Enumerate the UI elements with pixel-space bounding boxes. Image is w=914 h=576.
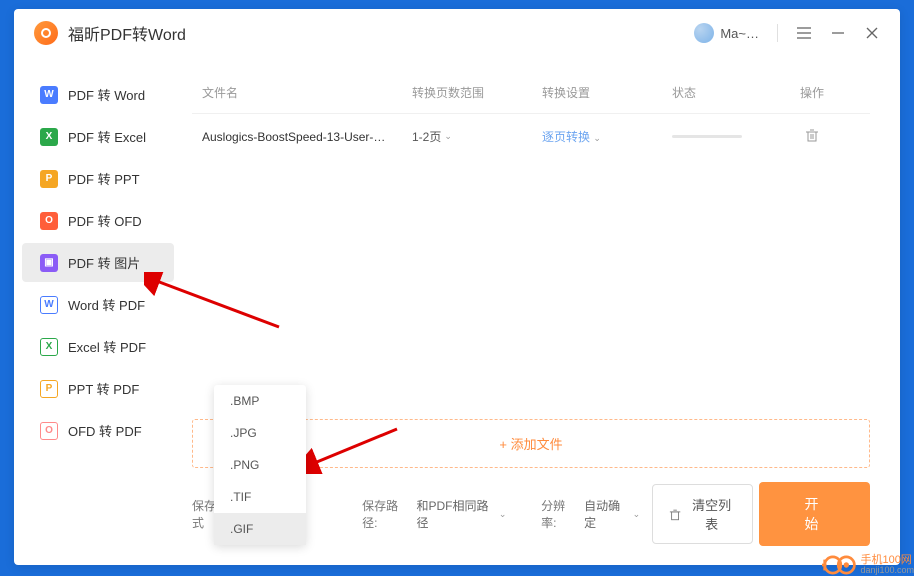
watermark-logo xyxy=(822,554,858,576)
divider xyxy=(777,24,778,42)
sidebar-item-pdf-ofd[interactable]: O PDF 转 OFD xyxy=(22,201,174,240)
ppt-icon: P xyxy=(40,380,58,398)
chevron-down-icon: ⌄ xyxy=(593,133,601,143)
col-status: 状态 xyxy=(672,84,792,101)
sidebar-item-label: PDF 转 Word xyxy=(68,85,145,104)
sidebar-item-ppt-pdf[interactable]: P PPT 转 PDF xyxy=(22,369,174,408)
sidebar-item-label: PDF 转 PPT xyxy=(68,169,140,188)
sidebar-item-excel-pdf[interactable]: X Excel 转 PDF xyxy=(22,327,174,366)
chevron-down-icon: ⌄ xyxy=(444,131,452,142)
sidebar-item-pdf-word[interactable]: W PDF 转 Word xyxy=(22,75,174,114)
save-path-label: 保存路径: xyxy=(362,497,410,531)
sidebar-item-label: Word 转 PDF xyxy=(68,295,145,314)
body: W PDF 转 Word X PDF 转 Excel P PDF 转 PPT O PDF… xyxy=(14,57,900,565)
annotation-arrow-2 xyxy=(302,424,402,474)
chevron-down-icon: ⌄ xyxy=(633,509,641,520)
ofd-icon: O xyxy=(40,212,58,230)
progress-bar xyxy=(672,135,742,138)
ppt-icon: P xyxy=(40,170,58,188)
sidebar-item-label: PDF 转 图片 xyxy=(68,253,140,272)
table-row: Auslogics-BoostSpeed-13-User-… 1-2页 ⌄ 逐页… xyxy=(192,114,870,159)
dropdown-item-tif[interactable]: .TIF xyxy=(214,481,306,513)
minimize-button[interactable] xyxy=(830,25,846,41)
sidebar-item-label: PDF 转 Excel xyxy=(68,127,146,146)
trash-icon xyxy=(669,508,681,521)
format-dropdown: .BMP .JPG .PNG .TIF .GIF xyxy=(214,385,306,545)
col-ops: 操作 xyxy=(792,84,832,101)
col-range: 转换页数范围 xyxy=(412,84,542,101)
close-button[interactable] xyxy=(864,25,880,41)
app-window: 福昕PDF转Word Ma~… W PDF 转 Word X PDF 转 Excel… xyxy=(14,9,900,565)
image-icon: ▣ xyxy=(40,254,58,272)
annotation-arrow-1 xyxy=(144,272,284,332)
ofd-icon: O xyxy=(40,422,58,440)
excel-icon: X xyxy=(40,338,58,356)
resolution-select[interactable]: 自动确定 ⌄ xyxy=(584,497,640,531)
app-title: 福昕PDF转Word xyxy=(68,21,694,45)
app-logo xyxy=(34,21,58,45)
avatar xyxy=(694,23,714,43)
delete-button[interactable] xyxy=(805,131,819,145)
sidebar-item-label: PPT 转 PDF xyxy=(68,379,139,398)
sidebar-item-label: Excel 转 PDF xyxy=(68,337,146,356)
titlebar: 福昕PDF转Word Ma~… xyxy=(14,9,900,57)
table-header: 文件名 转换页数范围 转换设置 状态 操作 xyxy=(192,72,870,114)
title-right: Ma~… xyxy=(694,23,880,43)
add-file-label: 添加文件 xyxy=(511,437,563,452)
sidebar-item-pdf-excel[interactable]: X PDF 转 Excel xyxy=(22,117,174,156)
user-badge[interactable]: Ma~… xyxy=(694,23,759,43)
word-icon: W xyxy=(40,86,58,104)
file-name: Auslogics-BoostSpeed-13-User-… xyxy=(202,130,412,144)
sidebar-item-pdf-ppt[interactable]: P PDF 转 PPT xyxy=(22,159,174,198)
dropdown-item-jpg[interactable]: .JPG xyxy=(214,417,306,449)
word-icon: W xyxy=(40,296,58,314)
user-name: Ma~… xyxy=(720,26,759,41)
sidebar-item-ofd-pdf[interactable]: O OFD 转 PDF xyxy=(22,411,174,450)
dropdown-item-png[interactable]: .PNG xyxy=(214,449,306,481)
sidebar-item-label: PDF 转 OFD xyxy=(68,211,142,230)
menu-button[interactable] xyxy=(796,25,812,41)
plus-icon: + xyxy=(499,437,507,452)
start-button[interactable]: 开 始 xyxy=(759,482,870,546)
col-filename: 文件名 xyxy=(202,84,412,101)
dropdown-item-bmp[interactable]: .BMP xyxy=(214,385,306,417)
page-range-select[interactable]: 1-2页 ⌄ xyxy=(412,128,542,145)
save-path-select[interactable]: 和PDF相同路径 ⌄ xyxy=(417,497,507,531)
clear-list-button[interactable]: 清空列表 xyxy=(652,484,753,544)
convert-settings-select[interactable]: 逐页转换 ⌄ xyxy=(542,130,601,144)
dropdown-item-gif[interactable]: .GIF xyxy=(214,513,306,545)
watermark: 手机100网 danji100.com xyxy=(822,554,914,576)
col-settings: 转换设置 xyxy=(542,84,672,101)
excel-icon: X xyxy=(40,128,58,146)
resolution-label: 分辨率: xyxy=(541,497,578,531)
chevron-down-icon: ⌄ xyxy=(499,509,507,520)
sidebar-item-label: OFD 转 PDF xyxy=(68,421,142,440)
